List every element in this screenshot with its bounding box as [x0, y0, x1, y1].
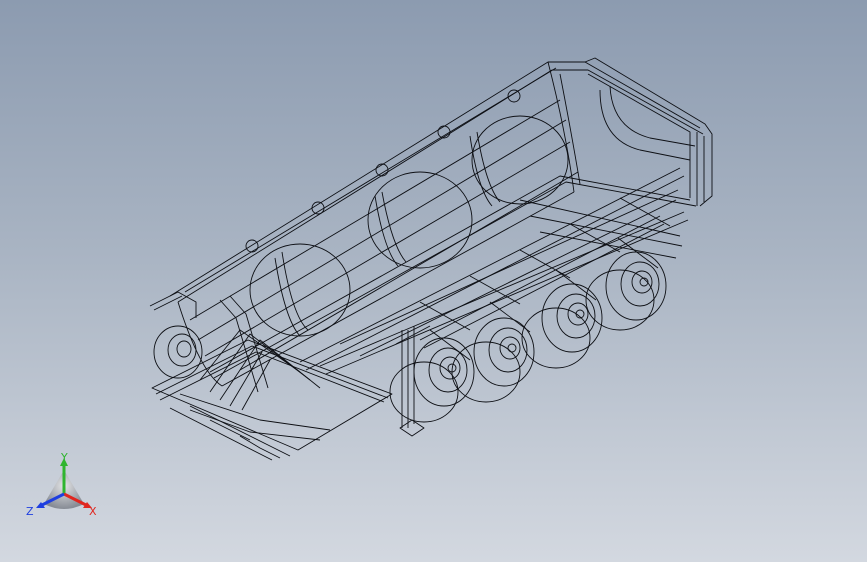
- wheel-4: [605, 251, 667, 321]
- suspension: [419, 215, 665, 361]
- trailer-wireframe-model[interactable]: [0, 0, 867, 562]
- dump-body: [149, 57, 713, 393]
- graphics-viewport[interactable]: Y Z X: [0, 0, 867, 562]
- wheel-front-left: [153, 325, 203, 379]
- x-axis-label: X: [89, 505, 97, 518]
- y-axis-label: Y: [61, 451, 68, 464]
- view-orientation-triad[interactable]: Y Z X: [22, 448, 108, 524]
- z-axis-label: Z: [26, 505, 34, 518]
